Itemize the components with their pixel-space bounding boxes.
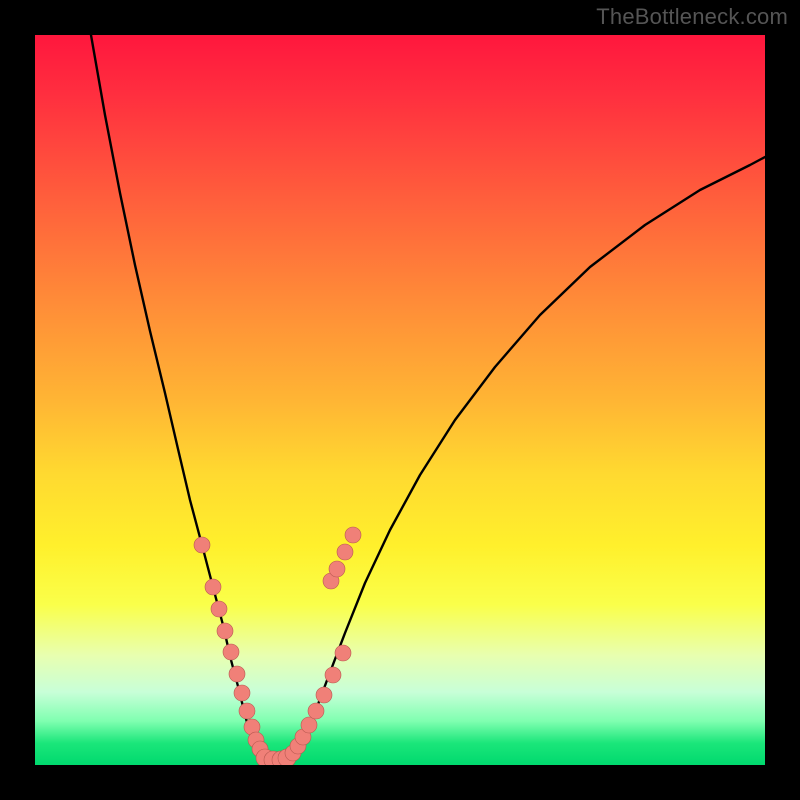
data-marker bbox=[301, 717, 317, 733]
data-marker bbox=[316, 687, 332, 703]
bottleneck-curve-chart bbox=[35, 35, 765, 765]
data-marker bbox=[217, 623, 233, 639]
data-marker bbox=[211, 601, 227, 617]
data-marker bbox=[337, 544, 353, 560]
chart-frame: TheBottleneck.com bbox=[0, 0, 800, 800]
bottleneck-curve bbox=[91, 35, 765, 761]
data-marker bbox=[223, 644, 239, 660]
data-marker bbox=[345, 527, 361, 543]
data-marker bbox=[205, 579, 221, 595]
data-marker bbox=[308, 703, 324, 719]
watermark-label: TheBottleneck.com bbox=[596, 4, 788, 30]
data-marker bbox=[329, 561, 345, 577]
data-marker bbox=[239, 703, 255, 719]
data-marker bbox=[194, 537, 210, 553]
data-marker bbox=[335, 645, 351, 661]
data-marker bbox=[325, 667, 341, 683]
data-marker bbox=[229, 666, 245, 682]
plot-area bbox=[35, 35, 765, 765]
data-marker bbox=[234, 685, 250, 701]
